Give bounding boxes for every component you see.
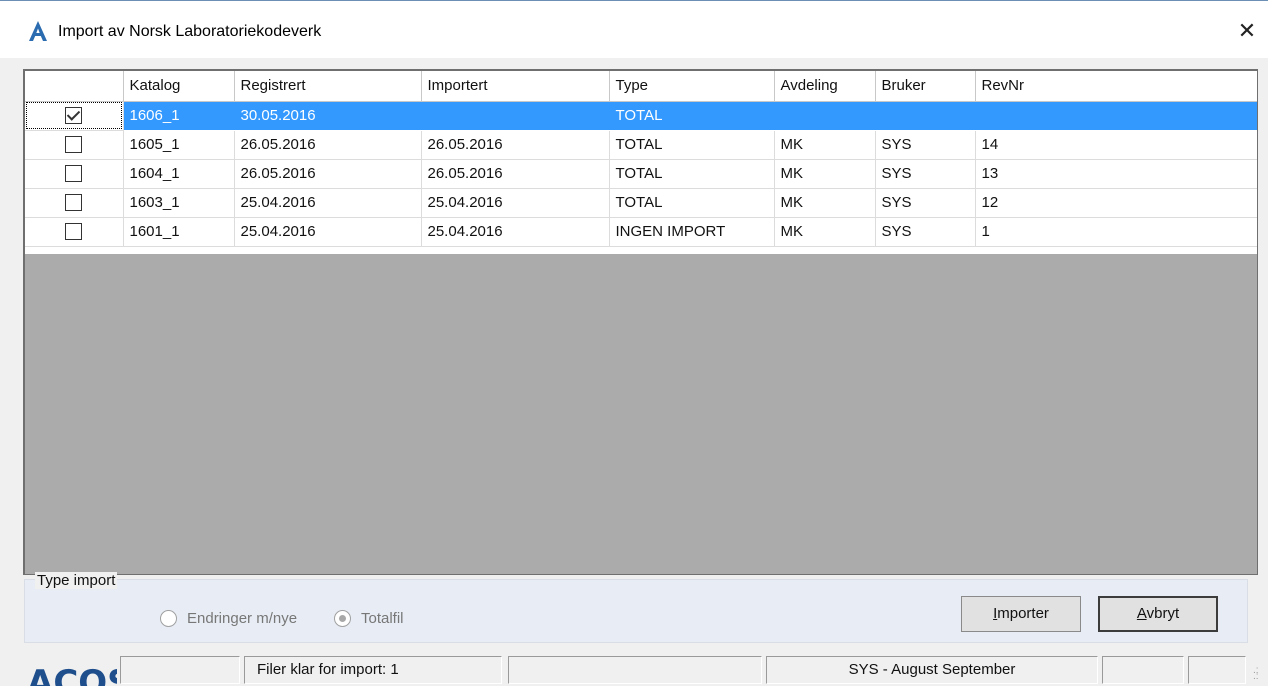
- cell-bruker: SYS: [875, 217, 976, 247]
- column-header-katalog[interactable]: Katalog: [123, 71, 235, 102]
- column-header-registrert[interactable]: Registrert: [234, 71, 422, 102]
- cell-revnr: 13: [975, 159, 1257, 189]
- acos-logo: ACOS: [27, 663, 117, 686]
- cancel-mnemonic: A: [1136, 605, 1147, 622]
- cell-revnr: [975, 101, 1257, 131]
- cell-registrert: 26.05.2016: [234, 130, 422, 160]
- window-title: Import av Norsk Laboratoriekodeverk: [58, 23, 322, 40]
- table-row[interactable]: 1605_1 26.05.2016 26.05.2016 TOTAL MK SY…: [25, 130, 1257, 160]
- cell-registrert: 25.04.2016: [234, 188, 422, 218]
- cell-type: TOTAL: [609, 101, 775, 131]
- cell-importert: 26.05.2016: [421, 130, 610, 160]
- catalog-table: Katalog Registrert Importert Type Avdeli…: [25, 71, 1257, 247]
- row-check-cell: [25, 188, 124, 218]
- cell-avdeling: MK: [774, 188, 876, 218]
- status-pane-user: SYS - August September: [766, 656, 1098, 684]
- cell-bruker: SYS: [875, 130, 976, 160]
- row-checkbox[interactable]: [65, 194, 83, 212]
- row-check-cell: [25, 130, 124, 160]
- radio-endringer[interactable]: Endringer m/nye: [160, 610, 297, 627]
- catalog-grid[interactable]: Katalog Registrert Importert Type Avdeli…: [23, 69, 1258, 575]
- cell-katalog: 1604_1: [123, 159, 235, 189]
- status-pane-6: [1188, 656, 1246, 684]
- radio-circle-selected: [334, 610, 351, 627]
- cell-type: TOTAL: [609, 159, 775, 189]
- radio-label: Endringer m/nye: [187, 610, 298, 627]
- acos-logo-text: ACOS: [27, 663, 117, 686]
- catalog-grid-content: Katalog Registrert Importert Type Avdeli…: [25, 71, 1257, 254]
- close-icon: ✕: [1237, 18, 1257, 43]
- cell-importert: 25.04.2016: [421, 188, 610, 218]
- cell-registrert: 26.05.2016: [234, 159, 422, 189]
- cell-revnr: 1: [975, 217, 1257, 247]
- column-header-revnr[interactable]: RevNr: [975, 71, 1257, 102]
- cell-katalog: 1605_1: [123, 130, 235, 160]
- cancel-label: vbryt: [1146, 605, 1180, 622]
- resize-grip-icon[interactable]: .:.:: [1253, 666, 1259, 682]
- status-bar: ACOS Filer klar for import: 1 SYS - Augu…: [0, 654, 1268, 686]
- table-row[interactable]: 1604_1 26.05.2016 26.05.2016 TOTAL MK SY…: [25, 159, 1257, 189]
- cell-importert: 26.05.2016: [421, 159, 610, 189]
- status-pane-5: [1102, 656, 1184, 684]
- status-pane-1: [120, 656, 240, 684]
- radio-label: Totalfil: [361, 610, 404, 627]
- column-header-avdeling[interactable]: Avdeling: [774, 71, 876, 102]
- title-bar: Import av Norsk Laboratoriekodeverk ✕: [0, 0, 1268, 58]
- row-check-cell: [25, 101, 124, 131]
- status-pane-files-ready: Filer klar for import: 1: [244, 656, 502, 684]
- table-row[interactable]: 1606_1 30.05.2016 TOTAL: [25, 101, 1257, 131]
- dialog-body: Katalog Registrert Importert Type Avdeli…: [0, 58, 1268, 686]
- acos-a-icon: [29, 21, 47, 41]
- close-button[interactable]: ✕: [1230, 15, 1264, 47]
- row-checkbox[interactable]: [65, 223, 83, 241]
- row-check-cell: [25, 217, 124, 247]
- cell-registrert: 30.05.2016: [234, 101, 422, 131]
- import-label: mporter: [997, 605, 1049, 622]
- row-checkbox[interactable]: [65, 107, 83, 125]
- cancel-button[interactable]: Avbryt: [1098, 596, 1218, 632]
- row-checkbox[interactable]: [65, 165, 83, 183]
- cell-avdeling: MK: [774, 130, 876, 160]
- column-header-importert[interactable]: Importert: [421, 71, 610, 102]
- cell-importert: [421, 101, 610, 131]
- radio-circle: [160, 610, 177, 627]
- row-checkbox[interactable]: [65, 136, 83, 154]
- column-header-check[interactable]: [25, 71, 124, 102]
- type-import-label: Type import: [35, 572, 118, 589]
- cell-avdeling: [774, 101, 876, 131]
- column-header-bruker[interactable]: Bruker: [875, 71, 976, 102]
- cell-type: TOTAL: [609, 188, 775, 218]
- cell-type: INGEN IMPORT: [609, 217, 775, 247]
- cell-bruker: SYS: [875, 159, 976, 189]
- cell-type: TOTAL: [609, 130, 775, 160]
- radio-totalfil[interactable]: Totalfil: [334, 610, 404, 627]
- cell-bruker: [875, 101, 976, 131]
- cell-katalog: 1601_1: [123, 217, 235, 247]
- column-header-type[interactable]: Type: [609, 71, 775, 102]
- cell-revnr: 14: [975, 130, 1257, 160]
- row-check-cell: [25, 159, 124, 189]
- table-header-row: Katalog Registrert Importert Type Avdeli…: [25, 71, 1257, 102]
- cell-bruker: SYS: [875, 188, 976, 218]
- import-button[interactable]: Importer: [961, 596, 1081, 632]
- cell-revnr: 12: [975, 188, 1257, 218]
- cell-avdeling: MK: [774, 217, 876, 247]
- cell-avdeling: MK: [774, 159, 876, 189]
- cell-katalog: 1603_1: [123, 188, 235, 218]
- table-row[interactable]: 1603_1 25.04.2016 25.04.2016 TOTAL MK SY…: [25, 188, 1257, 218]
- cell-registrert: 25.04.2016: [234, 217, 422, 247]
- cell-katalog: 1606_1: [123, 101, 235, 131]
- cell-importert: 25.04.2016: [421, 217, 610, 247]
- table-row[interactable]: 1601_1 25.04.2016 25.04.2016 INGEN IMPOR…: [25, 217, 1257, 247]
- status-pane-3: [508, 656, 762, 684]
